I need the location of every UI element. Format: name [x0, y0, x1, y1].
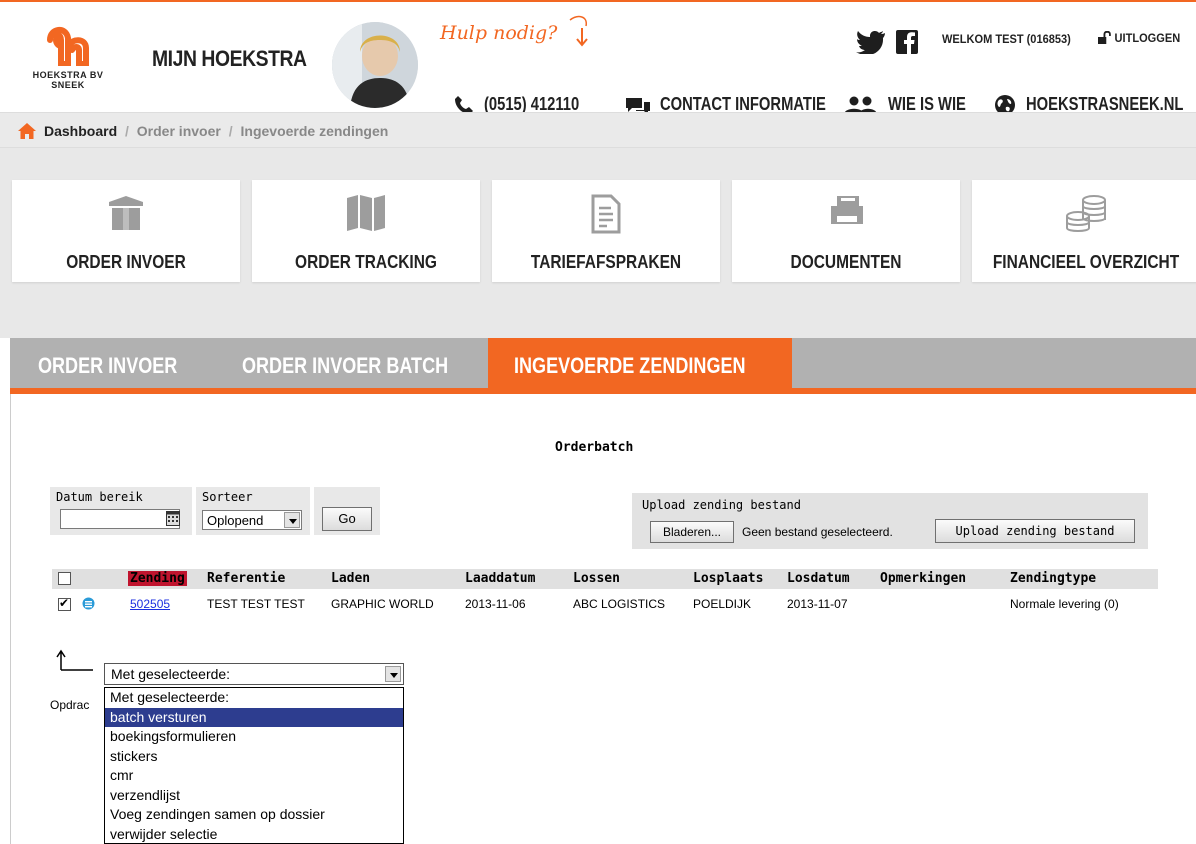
dropdown-option-highlighted[interactable]: batch versturen: [105, 707, 403, 727]
column-zending[interactable]: Zending: [128, 571, 187, 586]
tab-order-invoer[interactable]: ORDER INVOER: [10, 338, 220, 390]
brand-line-2: SNEEK: [51, 80, 85, 90]
tile-documenten[interactable]: DOCUMENTEN: [732, 180, 960, 282]
go-button[interactable]: Go: [322, 507, 372, 531]
dropdown-option[interactable]: verzendlijst: [105, 786, 403, 806]
column-referentie[interactable]: Referentie: [207, 571, 285, 586]
calendar-icon[interactable]: [166, 511, 180, 526]
tab-order-invoer-batch[interactable]: ORDER INVOER BATCH: [220, 338, 488, 390]
dropdown-option[interactable]: Voeg zendingen samen op dossier: [105, 805, 403, 825]
cell-zending[interactable]: 502505: [130, 597, 170, 611]
home-icon[interactable]: [18, 123, 36, 139]
help-arrow-icon: [569, 15, 588, 47]
tab-label: ORDER INVOER: [38, 353, 178, 378]
header: HOEKSTRA BV SNEEK MIJN HOEKSTRA Hulp nod…: [0, 0, 1196, 115]
browse-button[interactable]: Bladeren...: [650, 521, 734, 543]
printer-icon: [831, 196, 863, 224]
cell-lossen: ABC LOGISTICS: [573, 597, 666, 611]
column-losdatum[interactable]: Losdatum: [787, 571, 850, 586]
column-losplaats[interactable]: Losplaats: [693, 571, 763, 586]
page-heading: Orderbatch: [555, 440, 634, 455]
column-laden[interactable]: Laden: [331, 571, 370, 586]
dropdown-option[interactable]: cmr: [105, 766, 403, 786]
column-zendingtype[interactable]: Zendingtype: [1010, 571, 1096, 586]
chevron-down-icon[interactable]: [284, 512, 300, 528]
brand-line-1: HOEKSTRA BV: [32, 70, 104, 80]
tile-label: ORDER TRACKING: [295, 252, 437, 272]
tile-order-tracking[interactable]: ORDER TRACKING: [252, 180, 480, 282]
help-text: Hulp nodig?: [440, 22, 558, 44]
dropdown-option[interactable]: stickers: [105, 747, 403, 767]
tab-label: INGEVOERDE ZENDINGEN: [514, 353, 746, 378]
map-icon: [347, 195, 385, 231]
logout-link[interactable]: UITLOGGEN: [1098, 31, 1180, 45]
page: HOEKSTRA BV SNEEK MIJN HOEKSTRA Hulp nod…: [0, 0, 1196, 844]
bulk-action-select[interactable]: Met geselecteerde:: [104, 663, 404, 685]
brand-name: HOEKSTRA BV SNEEK: [22, 70, 114, 90]
tab-label: ORDER INVOER BATCH: [242, 353, 449, 378]
logout-label: UITLOGGEN: [1114, 31, 1181, 45]
row-checkbox[interactable]: [58, 596, 71, 611]
tile-label: TARIEFAFSPRAKEN: [530, 252, 682, 272]
select-all-checkbox[interactable]: [58, 572, 71, 585]
document-icon: [591, 194, 621, 234]
site-title[interactable]: MIJN HOEKSTRA: [152, 46, 307, 72]
arrow-up-icon: [56, 649, 93, 671]
chevron-down-icon[interactable]: [385, 666, 401, 682]
upload-shipment-button[interactable]: Upload zending bestand: [935, 519, 1135, 543]
breadcrumb-ingevoerde-zendingen: Ingevoerde zendingen: [240, 123, 389, 139]
facebook-icon[interactable]: [896, 30, 918, 54]
no-file-text: Geen bestand geselecteerd.: [742, 525, 893, 539]
unlock-icon: [1098, 31, 1111, 44]
tile-order-invoer[interactable]: ORDER INVOER: [12, 180, 240, 282]
cell-zendingtype: Normale levering (0): [1010, 597, 1119, 611]
bulk-action-selected-value: Met geselecteerde:: [111, 666, 231, 682]
tile-label: FINANCIEEL OVERZICHT: [992, 252, 1180, 272]
tile-label: DOCUMENTEN: [790, 252, 902, 272]
dropdown-option[interactable]: Met geselecteerde:: [105, 688, 403, 708]
details-icon[interactable]: [82, 597, 95, 610]
tile-tariefafspraken[interactable]: TARIEFAFSPRAKEN: [492, 180, 720, 282]
column-lossen[interactable]: Lossen: [573, 571, 620, 586]
contact-person-photo: [332, 22, 418, 108]
coins-icon: [1066, 195, 1106, 232]
shipment-link[interactable]: 502505: [130, 597, 170, 611]
tile-financieel-overzicht[interactable]: FINANCIEEL OVERZICHT: [972, 180, 1196, 282]
dropdown-option[interactable]: verwijder selectie: [105, 825, 403, 844]
date-range-label: Datum bereik: [56, 490, 143, 504]
twitter-icon[interactable]: [856, 30, 886, 54]
column-opmerkingen[interactable]: Opmerkingen: [880, 571, 966, 586]
column-laaddatum[interactable]: Laaddatum: [465, 571, 535, 586]
sort-selected-value: Oplopend: [207, 513, 264, 528]
date-range-input[interactable]: [60, 509, 180, 529]
breadcrumb-trail: Dashboard / Order invoer / Ingevoerde ze…: [44, 123, 388, 139]
cell-laden: GRAPHIC WORLD: [331, 597, 434, 611]
sort-label: Sorteer: [202, 490, 253, 504]
breadcrumb-separator: /: [228, 123, 233, 139]
upload-label: Upload zending bestand: [642, 498, 801, 512]
welcome-text: WELKOM TEST (016853): [942, 32, 1071, 46]
hoekstra-logo-icon: [47, 27, 89, 66]
dashboard-tiles: ORDER INVOER ORDER TRACKING TARIEFAFSPRA…: [0, 148, 1196, 338]
opdracht-label: Opdrac: [50, 698, 90, 712]
sort-select[interactable]: Oplopend: [202, 510, 302, 530]
company-logo[interactable]: HOEKSTRA BV SNEEK: [22, 24, 114, 94]
breadcrumb-separator: /: [125, 123, 129, 139]
dropdown-option[interactable]: boekingsformulieren: [105, 727, 403, 747]
cell-referentie: TEST TEST TEST: [207, 597, 305, 611]
cell-laaddatum: 2013-11-06: [465, 597, 526, 611]
breadcrumb: Dashboard / Order invoer / Ingevoerde ze…: [0, 112, 1196, 148]
bulk-action-dropdown-list: Met geselecteerde: batch versturen boeki…: [104, 687, 404, 844]
cell-losdatum: 2013-11-07: [787, 597, 848, 611]
box-icon: [109, 196, 143, 230]
tab-ingevoerde-zendingen[interactable]: INGEVOERDE ZENDINGEN: [488, 338, 792, 390]
cell-losplaats: POELDIJK: [693, 597, 752, 611]
breadcrumb-order-invoer[interactable]: Order invoer: [137, 123, 221, 139]
breadcrumb-dashboard[interactable]: Dashboard: [44, 123, 117, 139]
tile-label: ORDER INVOER: [66, 252, 186, 272]
